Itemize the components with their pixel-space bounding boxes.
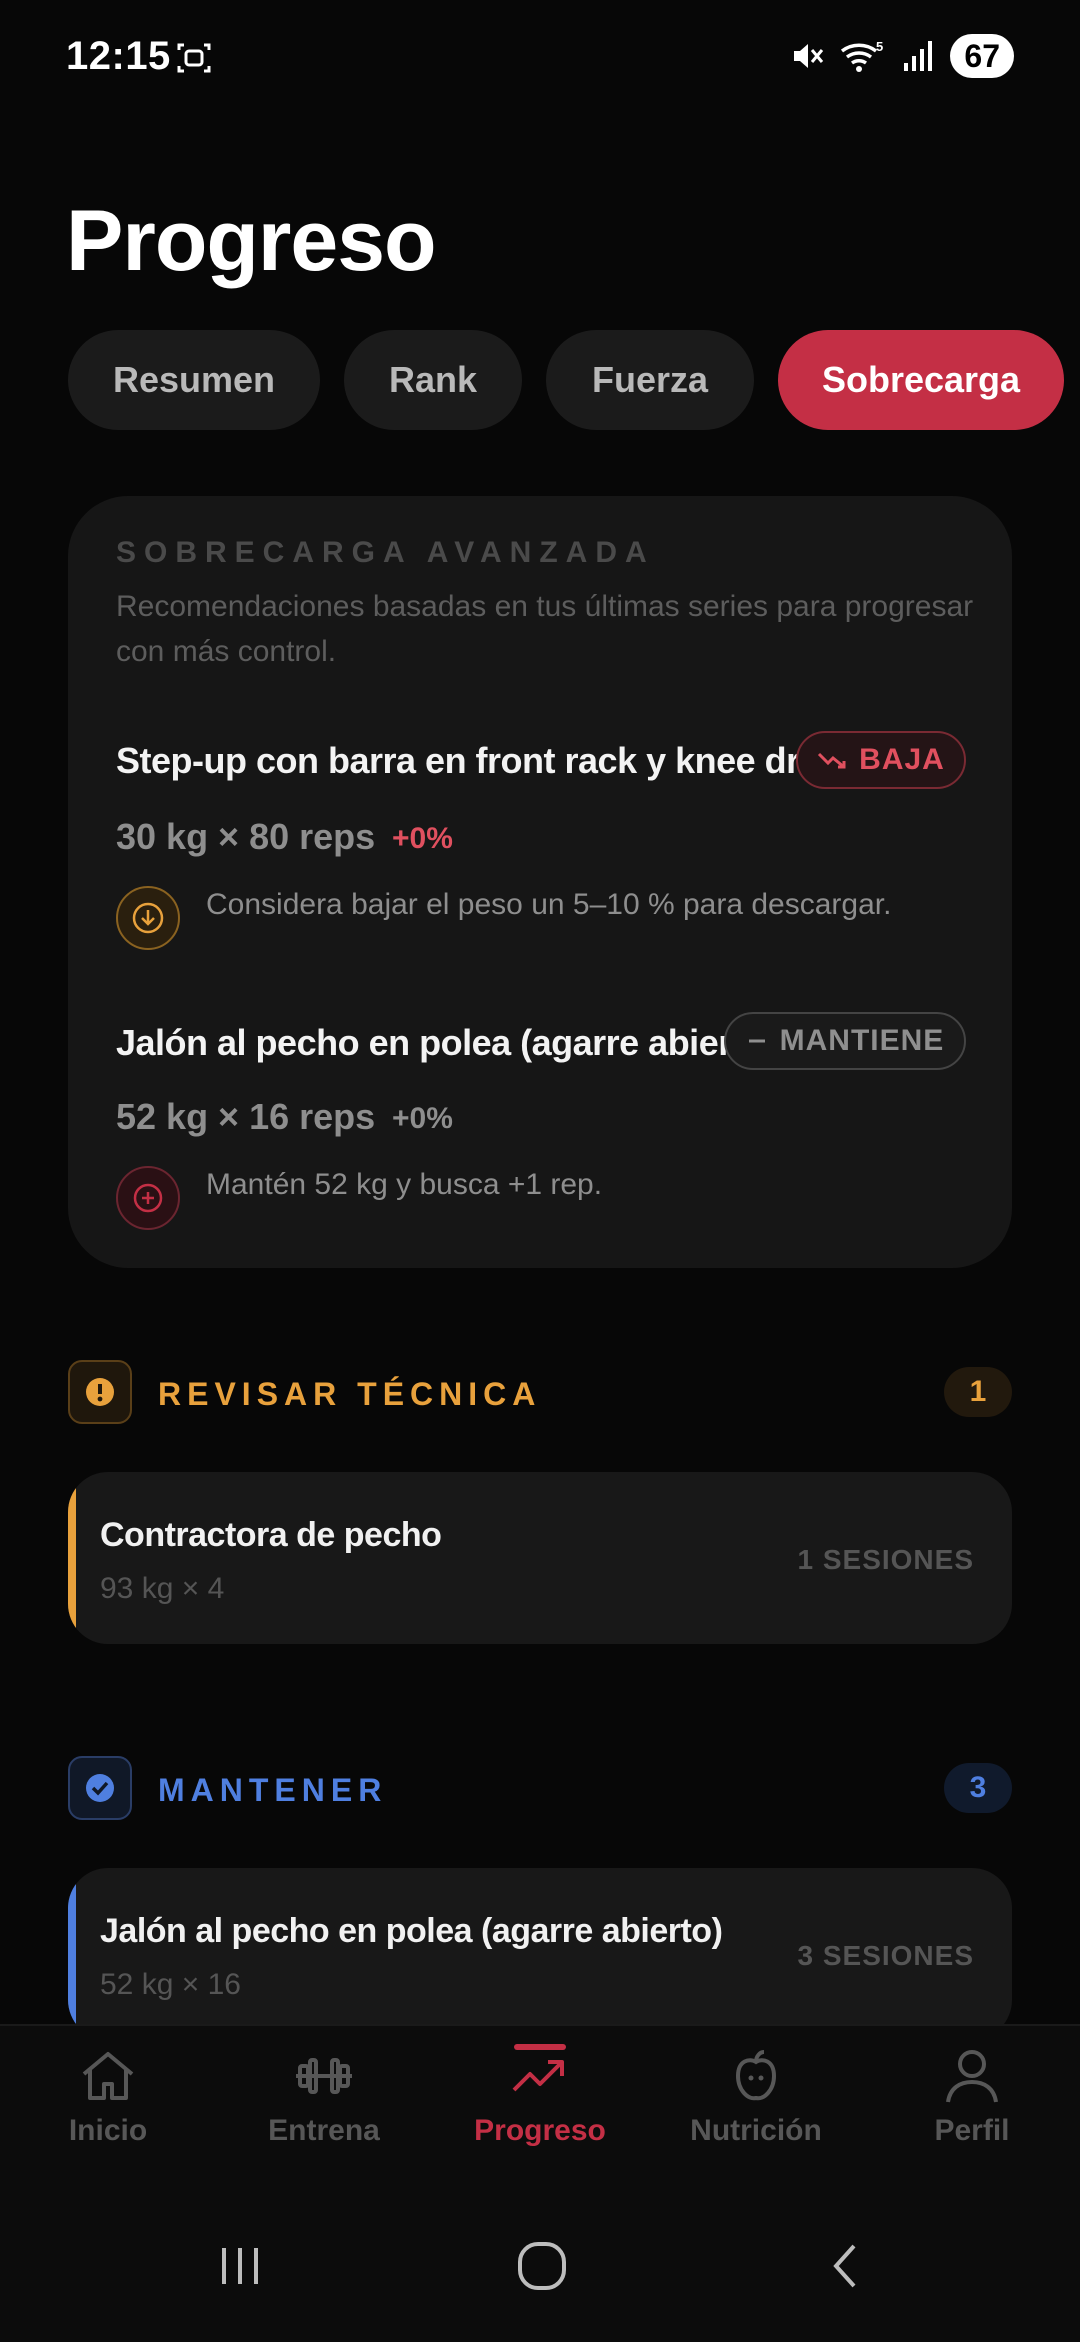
signal-icon <box>904 41 933 71</box>
nav-item-progreso[interactable]: Progreso <box>432 2044 648 2148</box>
minus-icon <box>748 1039 765 1043</box>
status-badge-baja[interactable]: BAJA <box>796 731 966 789</box>
home-icon <box>82 2052 134 2100</box>
status-icons: 5 67 <box>790 34 1014 78</box>
exercise-tip: Mantén 52 kg y busca +1 rep. <box>206 1168 603 1201</box>
nav-label: Inicio <box>68 2114 148 2147</box>
plus-circle-icon <box>116 1166 180 1230</box>
bottom-nav: Inicio Entrena Progreso Nutrición Perfil <box>0 2024 1080 2342</box>
trending-up-icon <box>512 2060 564 2092</box>
count-badge-maintain: 3 <box>944 1763 1012 1813</box>
exercise-delta: +0% <box>392 822 453 855</box>
mute-icon <box>794 44 824 68</box>
nav-label: Perfil <box>934 2114 1010 2147</box>
nav-item-perfil[interactable]: Perfil <box>864 2046 1080 2148</box>
row-sessions: 3 SESIONES <box>797 1940 974 1971</box>
row-name: Contractora de pecho <box>100 1516 442 1554</box>
tab-resumen[interactable]: Resumen <box>68 330 320 430</box>
active-indicator <box>514 2044 566 2050</box>
recent-apps-icon[interactable] <box>216 2240 266 2292</box>
nav-label: Entrena <box>268 2114 380 2147</box>
exercise-weight: 30 kg × 80 reps <box>116 816 376 857</box>
row-sessions: 1 SESIONES <box>797 1544 974 1575</box>
nav-item-nutricion[interactable]: Nutrición <box>648 2046 864 2148</box>
badge-label: MANTIENE <box>779 1024 945 1057</box>
exercise-weight: 52 kg × 16 reps <box>116 1096 376 1137</box>
list-item[interactable]: Contractora de pecho 93 kg × 4 1 SESIONE… <box>68 1472 1012 1644</box>
tab-rank[interactable]: Rank <box>344 330 522 430</box>
user-icon <box>946 2050 998 2103</box>
exercise-delta: +0% <box>392 1102 453 1135</box>
back-icon[interactable] <box>826 2240 866 2292</box>
nav-label: Nutrición <box>690 2114 822 2147</box>
exercise-tip: Considera bajar el peso un 5–10 % para d… <box>206 888 892 921</box>
row-detail: 93 kg × 4 <box>100 1572 225 1605</box>
row-detail: 52 kg × 16 <box>100 1968 241 2001</box>
apple-icon <box>735 2050 777 2101</box>
card-description: Recomendaciones basadas en tus últimas s… <box>116 590 974 668</box>
check-circle-icon <box>68 1756 132 1820</box>
battery-indicator: 67 <box>950 34 1014 78</box>
card-eyebrow: SOBRECARGA AVANZADA <box>116 536 655 569</box>
section-title-maintain: MANTENER <box>158 1772 388 1808</box>
nav-item-inicio[interactable]: Inicio <box>0 2046 216 2148</box>
page-title: Progreso <box>66 193 437 289</box>
dumbbell-icon <box>296 2058 352 2094</box>
exercise-title: Step-up con barra en front rack y knee d… <box>116 740 849 781</box>
warning-icon <box>68 1360 132 1424</box>
badge-label: BAJA <box>859 743 945 776</box>
nav-label: Progreso <box>474 2114 606 2147</box>
network-type-label: 5 <box>876 39 883 54</box>
row-accent <box>68 1472 76 1644</box>
trending-down-icon <box>818 752 846 769</box>
section-title-review: REVISAR TÉCNICA <box>158 1376 542 1412</box>
status-badge-mantiene[interactable]: MANTIENE <box>724 1012 966 1070</box>
row-name: Jalón al pecho en polea (agarre abierto) <box>100 1912 723 1950</box>
row-accent <box>68 1868 76 2040</box>
status-time: 12:15 <box>66 34 171 78</box>
screenshot-icon <box>177 43 211 73</box>
list-item[interactable]: Jalón al pecho en polea (agarre abierto)… <box>68 1868 1012 2040</box>
tab-fuerza[interactable]: Fuerza <box>546 330 754 430</box>
wifi-icon: 5 <box>841 39 884 72</box>
count-badge-review: 1 <box>944 1367 1012 1417</box>
exercise-title: Jalón al pecho en polea (agarre abierto) <box>116 1022 777 1063</box>
home-button-icon[interactable] <box>516 2240 568 2292</box>
arrow-down-circle-icon <box>116 886 180 950</box>
tab-sobrecarga[interactable]: Sobrecarga <box>778 330 1064 430</box>
nav-item-entrena[interactable]: Entrena <box>216 2046 432 2148</box>
